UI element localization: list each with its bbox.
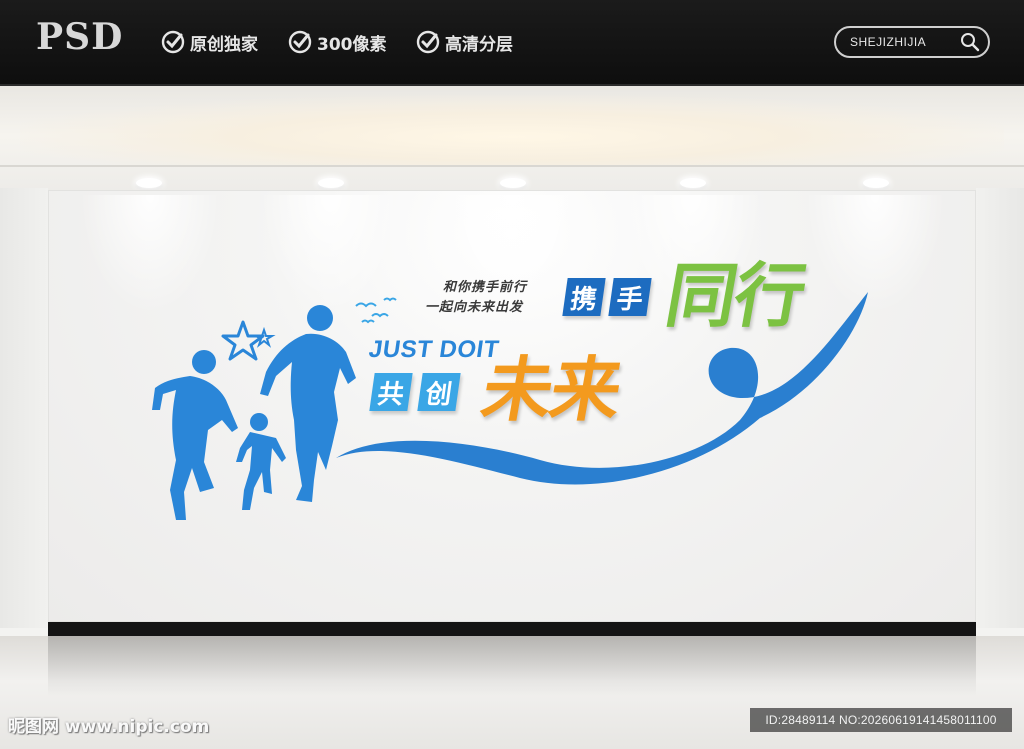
- runner-silhouette: [260, 305, 356, 502]
- boxed-char: 携: [562, 278, 606, 316]
- star-icon: [221, 320, 265, 361]
- boxed-char: 共: [369, 373, 413, 411]
- runner-silhouette: [152, 350, 238, 520]
- headline-weilai: 未来: [475, 349, 627, 431]
- slogan-line: 和你携手前行: [443, 280, 528, 295]
- bird-icon: [355, 302, 377, 308]
- bird-icon: [371, 313, 389, 318]
- english-slogan: JUST DOIT: [367, 336, 501, 363]
- bird-icon: [361, 319, 375, 324]
- slogan-line: 一起向未来出发: [425, 300, 524, 315]
- site-watermark: 昵图网 www.nipic.com: [8, 717, 210, 737]
- star-icon: [252, 326, 276, 348]
- runner-silhouette: [236, 413, 286, 510]
- boxed-char: 创: [417, 373, 461, 411]
- boxed-char: 手: [608, 278, 652, 316]
- image-id-label: ID:28489114 NO:20260619141458011100: [750, 708, 1012, 732]
- bird-icon: [383, 297, 397, 302]
- headline-tongxing: 同行: [659, 255, 811, 337]
